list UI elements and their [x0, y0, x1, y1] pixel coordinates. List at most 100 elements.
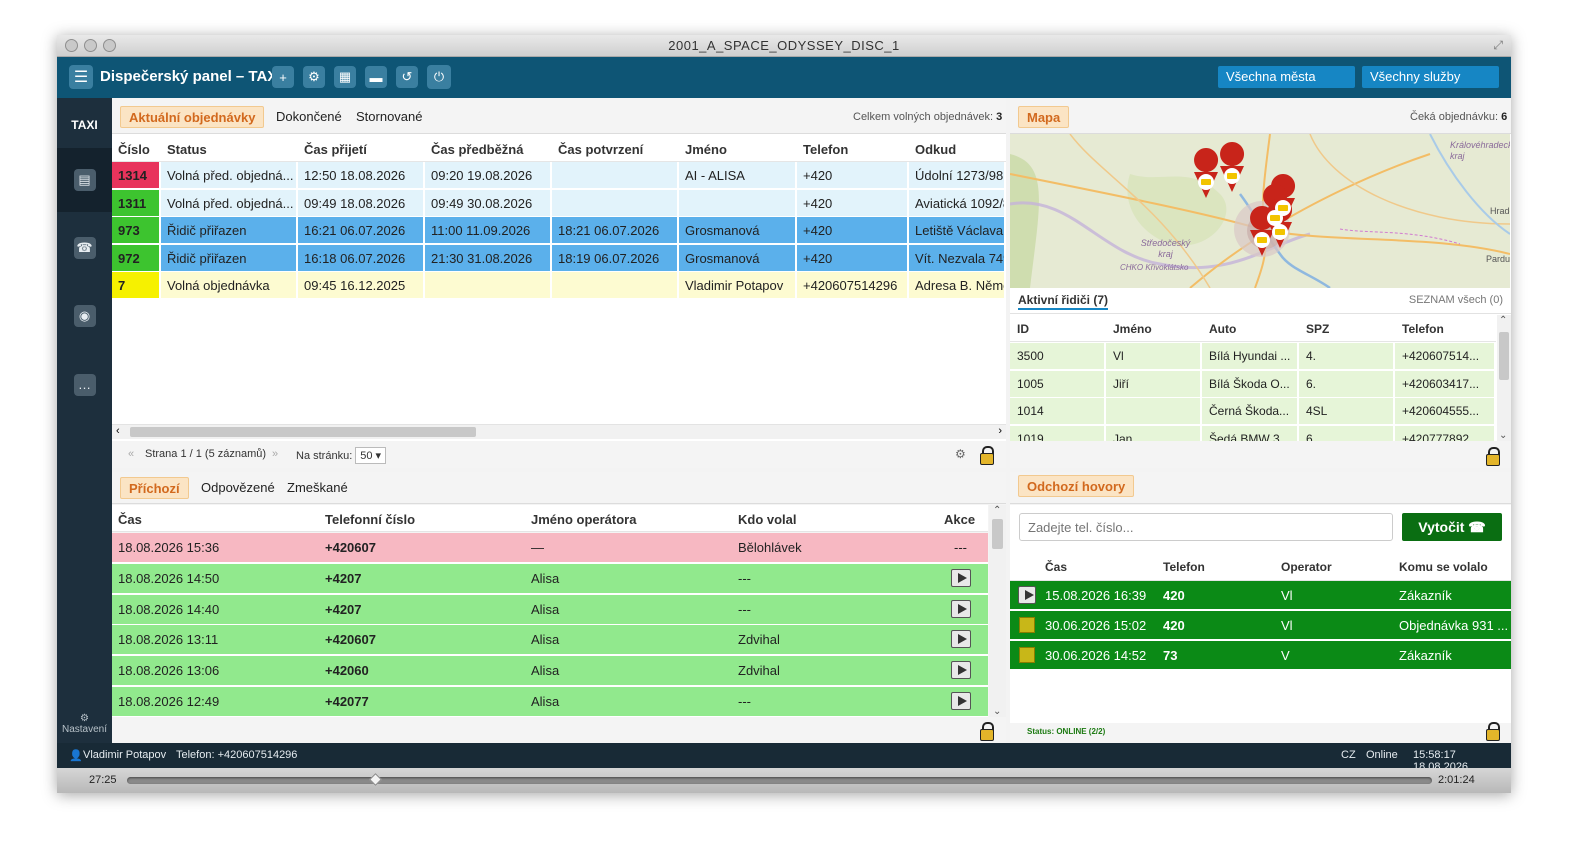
car-icon[interactable]: ▬: [365, 66, 387, 88]
tab-outgoing-calls[interactable]: Odchozí hovory: [1018, 475, 1135, 497]
lock-icon[interactable]: [980, 446, 994, 465]
sidebar-item-chat[interactable]: …: [57, 353, 112, 417]
service-filter-button[interactable]: Všechny služby: [1362, 66, 1499, 88]
tab-incoming-calls[interactable]: Příchozí: [120, 477, 189, 499]
prev-page-icon[interactable]: «: [128, 448, 134, 460]
outgoing-call-row[interactable]: 30.06.2026 14:52 73 V Zákazník: [1010, 641, 1511, 669]
playback-handle[interactable]: [369, 773, 382, 786]
column-header[interactable]: Kdo volal: [738, 512, 797, 527]
lock-icon[interactable]: [1486, 722, 1500, 741]
tab-current-orders[interactable]: Aktuální objednávky: [120, 106, 265, 128]
tab-map[interactable]: Mapa: [1018, 106, 1070, 128]
call-row[interactable]: 18.08.2026 13:06 +42060 Alisa Zdvihal: [112, 656, 988, 686]
scroll-down-icon[interactable]: ⌄: [1499, 430, 1507, 441]
scroll-right-icon[interactable]: ›: [998, 425, 1002, 437]
column-header[interactable]: Čas předběžná: [431, 142, 523, 157]
drivers-vertical-scrollbar[interactable]: ⌃ ⌄: [1497, 315, 1511, 441]
all-drivers-link[interactable]: SEZNAM všech (0): [1409, 294, 1503, 306]
city-filter-button[interactable]: Všechna města: [1218, 66, 1355, 88]
order-row[interactable]: 972 Řidič přiřazen 16:18 06.07.2026 21:30 3…: [112, 244, 1006, 272]
gear-icon[interactable]: ⚙: [955, 447, 966, 461]
order-row[interactable]: 7 Volná objednávka 09:45 16.12.2025 Vladimi…: [112, 272, 1006, 299]
scroll-up-icon[interactable]: ⌃: [1499, 315, 1507, 326]
orders-horizontal-scrollbar[interactable]: ‹ ›: [112, 424, 1006, 439]
column-header[interactable]: Odkud: [915, 142, 956, 157]
call-row[interactable]: 18.08.2026 12:49 +42077 Alisa ---: [112, 687, 988, 716]
lock-icon[interactable]: [1486, 447, 1500, 466]
tab-active-drivers[interactable]: Aktivní řidiči (7): [1018, 293, 1109, 310]
refresh-icon[interactable]: ↺: [396, 66, 418, 88]
column-header[interactable]: Jméno: [1113, 322, 1152, 336]
fullscreen-icon[interactable]: ⤢: [1493, 38, 1503, 53]
scrollbar-thumb[interactable]: [130, 427, 476, 437]
recording-status-icon: [1019, 647, 1035, 663]
column-header[interactable]: Telefon: [1402, 322, 1444, 336]
scrollbar-thumb[interactable]: [1499, 332, 1509, 380]
call-row[interactable]: 18.08.2026 15:36 +420607 — Bělohlávek ---: [112, 533, 988, 562]
call-row[interactable]: 18.08.2026 14:40 +4207 Alisa ---: [112, 594, 988, 624]
driver-row[interactable]: 1005 Jiří Bílá Škoda O... 6. +420603417...: [1010, 370, 1496, 398]
column-header[interactable]: Telefon: [1163, 560, 1205, 574]
driver-row[interactable]: 1019 Jan Šedá BMW 3 6 +420777892...: [1010, 425, 1496, 441]
power-icon[interactable]: ⏻: [427, 65, 451, 89]
settings-icon[interactable]: ⚙: [303, 66, 325, 88]
calls-vertical-scrollbar[interactable]: ⌃ ⌄: [989, 505, 1006, 717]
lock-icon[interactable]: [980, 722, 994, 741]
tab-missed-calls[interactable]: Zmeškané: [279, 477, 356, 499]
column-header[interactable]: Telefonní číslo: [325, 512, 415, 527]
scroll-left-icon[interactable]: ‹: [116, 425, 120, 437]
dial-button[interactable]: Vytočit ☎: [1402, 513, 1502, 541]
sidebar-settings[interactable]: ⚙ Nastavení: [57, 713, 112, 735]
driver-row[interactable]: 3500 Vl Bílá Hyundai ... 4. +420607514...: [1010, 343, 1496, 370]
outgoing-call-row[interactable]: 30.06.2026 15:02 420 Vl Objednávka 931 ...: [1010, 611, 1511, 639]
phone-number-input[interactable]: [1019, 513, 1393, 541]
column-header[interactable]: Číslo: [118, 142, 150, 157]
call-row[interactable]: 18.08.2026 14:50 +4207 Alisa ---: [112, 563, 988, 593]
playback-track[interactable]: [127, 773, 1432, 786]
play-recording-button[interactable]: [1018, 586, 1036, 604]
column-header[interactable]: ID: [1017, 322, 1029, 336]
call-row[interactable]: 18.08.2026 13:11 +420607 Alisa Zdvihal: [112, 625, 988, 655]
column-header[interactable]: Telefon: [803, 142, 848, 157]
column-header[interactable]: Čas potvrzení: [558, 142, 643, 157]
menu-icon[interactable]: ☰: [69, 65, 93, 89]
add-icon[interactable]: +: [272, 66, 294, 88]
tab-cancelled-orders[interactable]: Stornované: [348, 106, 431, 128]
language-indicator[interactable]: CZ: [1341, 749, 1356, 761]
column-header[interactable]: Jméno operátora: [531, 512, 636, 527]
building-icon[interactable]: ▦: [334, 66, 356, 88]
play-recording-button[interactable]: [951, 599, 971, 618]
column-header[interactable]: Akce: [944, 512, 975, 527]
driver-row[interactable]: 1014 Černá Škoda... 4SL +420604555...: [1010, 398, 1496, 425]
column-header[interactable]: Čas: [118, 512, 142, 527]
column-header[interactable]: Komu se volalo: [1399, 560, 1488, 574]
sidebar-item-camera[interactable]: ◉: [57, 284, 112, 348]
order-row[interactable]: 973 Řidič přiřazen 16:21 06.07.2026 11:00 1…: [112, 217, 1006, 244]
sidebar-item-orders[interactable]: ▤: [57, 148, 112, 212]
column-header[interactable]: Status: [167, 142, 207, 157]
play-recording-button[interactable]: [951, 568, 971, 587]
next-page-icon[interactable]: »: [272, 448, 278, 460]
outgoing-call-row[interactable]: 15.08.2026 16:39 420 Vl Zákazník: [1010, 581, 1511, 609]
per-page-select[interactable]: 50 ▾: [355, 447, 387, 464]
scrollbar-thumb[interactable]: [992, 519, 1003, 549]
scroll-up-icon[interactable]: ⌃: [993, 505, 1001, 516]
order-row[interactable]: 1311 Volná před. objedná... 09:49 18.08.20…: [112, 189, 1006, 217]
driver-cell-spz: 6.: [1299, 370, 1395, 397]
column-header[interactable]: SPZ: [1306, 322, 1329, 336]
tab-completed-orders[interactable]: Dokončené: [268, 106, 350, 128]
sidebar-taxi-label[interactable]: TAXI: [57, 118, 112, 132]
column-header[interactable]: Čas: [1045, 560, 1067, 574]
play-recording-button[interactable]: [951, 630, 971, 649]
column-header[interactable]: Operator: [1281, 560, 1332, 574]
map-view[interactable]: Královéhradecký kraj Středočeský kraj CH…: [1010, 134, 1510, 288]
order-row[interactable]: 1314 Volná před. objedná... 12:50 18.08.20…: [112, 162, 1006, 189]
scroll-down-icon[interactable]: ⌄: [993, 706, 1001, 717]
column-header[interactable]: Auto: [1209, 322, 1236, 336]
play-recording-button[interactable]: [951, 661, 971, 680]
column-header[interactable]: Čas přijetí: [304, 142, 367, 157]
column-header[interactable]: Jméno: [685, 142, 727, 157]
tab-answered-calls[interactable]: Odpovězené: [193, 477, 283, 499]
sidebar-item-calls[interactable]: ☎: [57, 216, 112, 280]
play-recording-button[interactable]: [951, 692, 971, 710]
